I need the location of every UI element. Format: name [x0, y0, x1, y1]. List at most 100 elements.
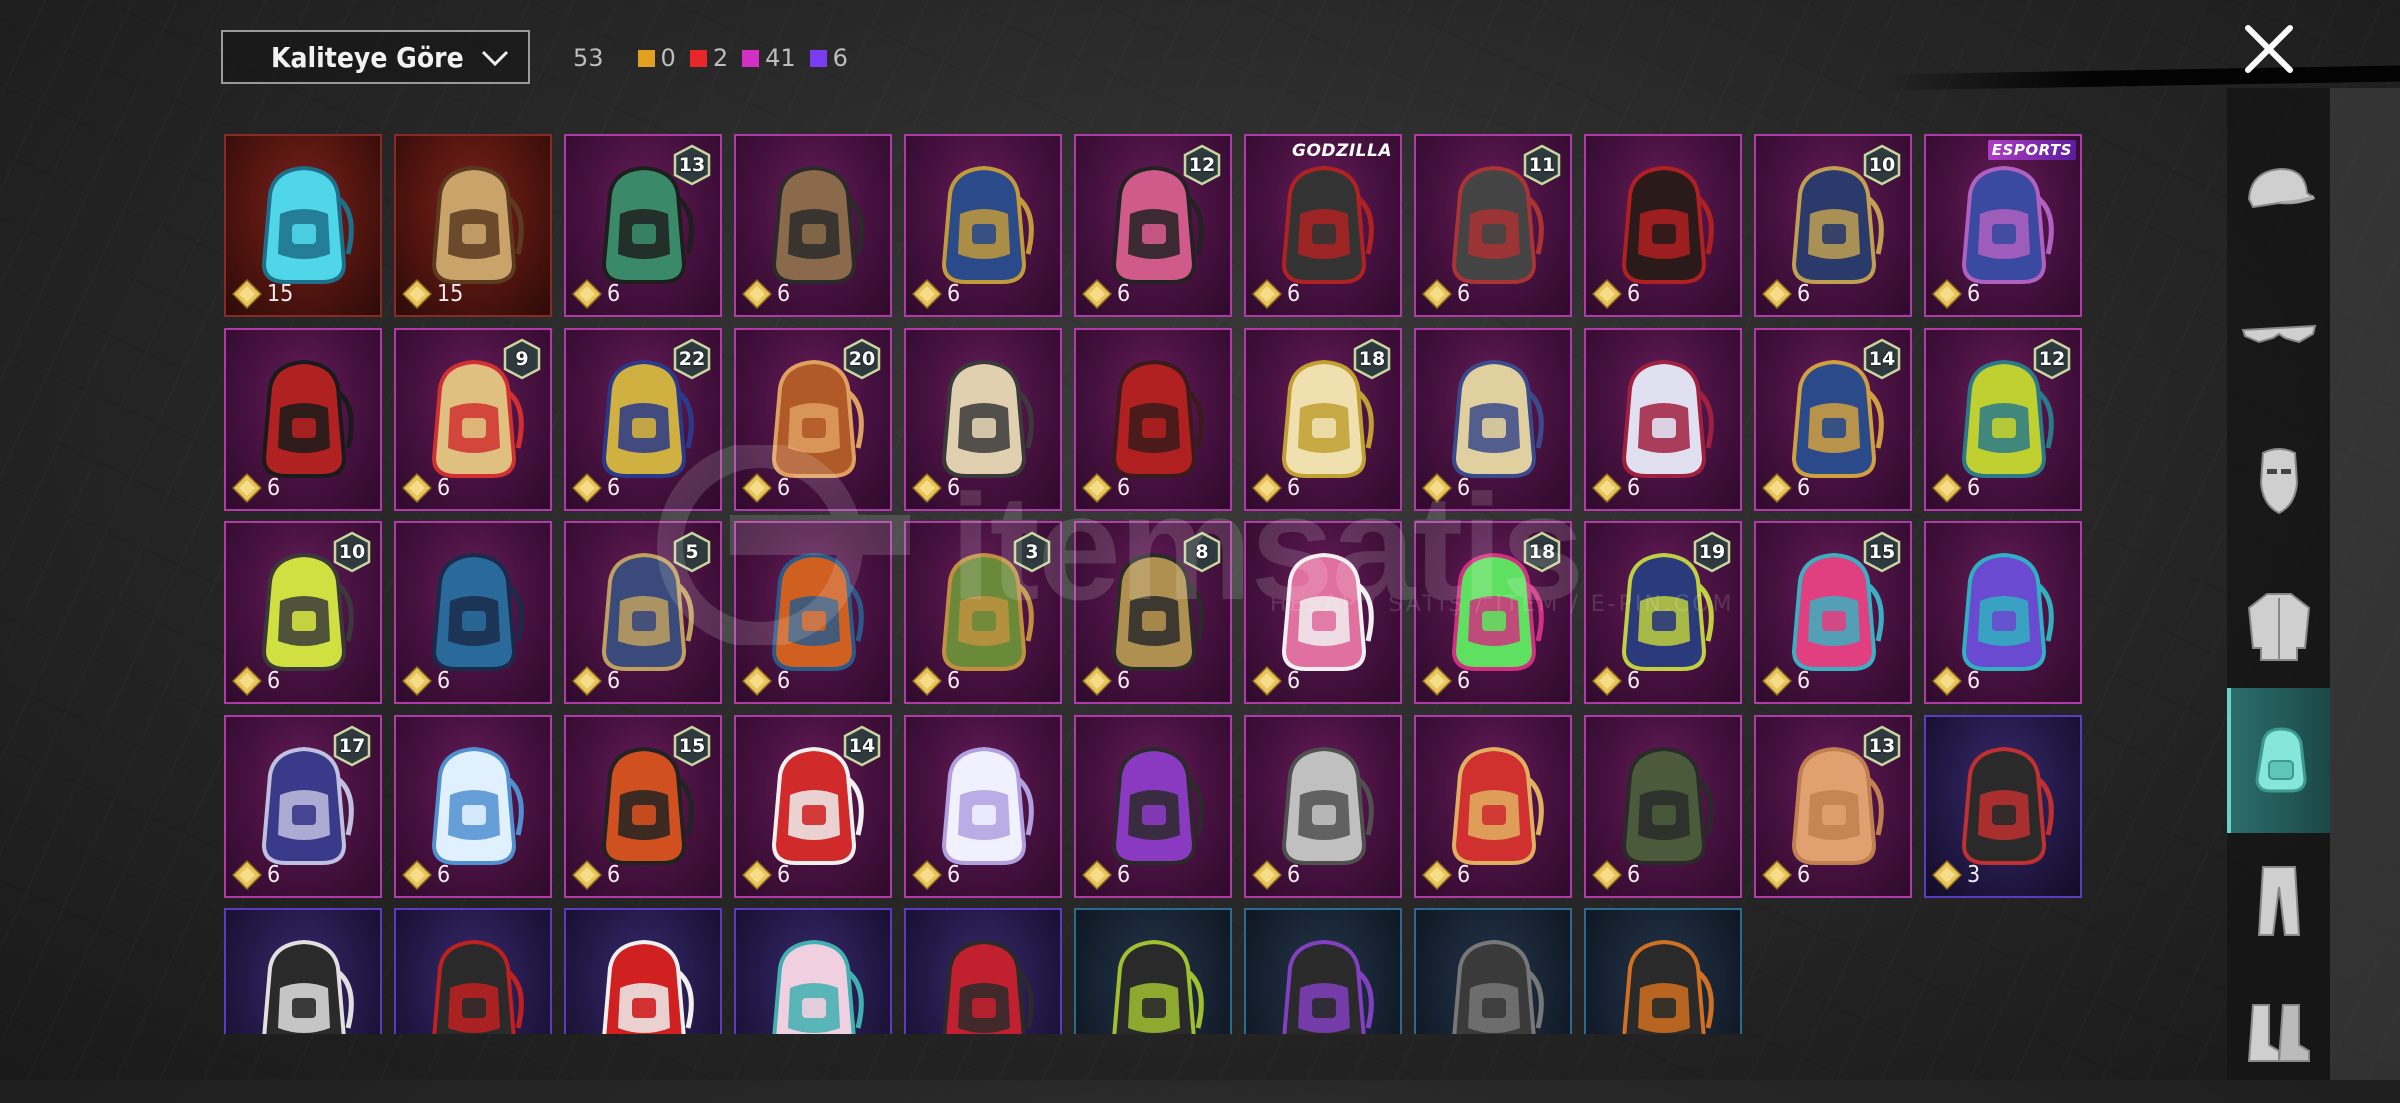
black-x-backpack-icon	[262, 939, 354, 1034]
item-tile[interactable]	[734, 908, 892, 1034]
category-mask[interactable]	[2227, 408, 2330, 553]
item-tile[interactable]: 6	[734, 134, 892, 317]
item-tile[interactable]: 6	[1584, 134, 1742, 317]
level-badge: 17	[332, 725, 372, 767]
item-tile[interactable]: 10 6	[224, 521, 382, 704]
category-jacket[interactable]	[2227, 553, 2330, 698]
item-tile[interactable]: 6	[394, 521, 552, 704]
item-tile[interactable]: 14 6	[1754, 327, 1912, 511]
item-tile[interactable]	[1074, 908, 1232, 1034]
item-price: 6	[1082, 859, 1130, 890]
diamond-currency-icon	[1422, 859, 1452, 890]
item-tile[interactable]	[224, 908, 382, 1034]
category-boots[interactable]	[2227, 958, 2330, 1103]
item-tile[interactable]: 6	[1414, 714, 1572, 898]
item-tile[interactable]: 6	[1244, 521, 1402, 704]
category-glasses[interactable]	[2227, 263, 2330, 408]
price-value: 15	[267, 281, 294, 307]
category-backpack[interactable]	[2227, 688, 2330, 833]
category-pants[interactable]	[2227, 828, 2330, 973]
diamond-currency-icon	[232, 666, 262, 696]
level-badge: 12	[1182, 144, 1222, 186]
level-badge: 3	[1012, 531, 1052, 573]
sort-dropdown[interactable]: Kaliteye Göre	[221, 30, 530, 84]
item-tile[interactable]: 5 6	[564, 521, 722, 704]
item-tile[interactable]: 18 6	[1414, 521, 1572, 704]
item-tile[interactable]: 14 6	[734, 714, 892, 898]
item-tile[interactable]	[1414, 908, 1572, 1034]
category-cap[interactable]	[2227, 118, 2330, 263]
item-tile[interactable]: ESPORTS 6	[1924, 134, 2082, 317]
price-value: 6	[437, 668, 451, 694]
item-tile[interactable]	[1244, 908, 1402, 1034]
pink-cat-backpack-icon	[1281, 552, 1374, 671]
item-tile[interactable]: 6	[904, 327, 1062, 511]
price-value: 6	[1627, 474, 1641, 501]
item-tile[interactable]: 6	[1584, 327, 1742, 511]
item-price: 15	[402, 279, 463, 309]
item-tile[interactable]: 3	[1924, 714, 2082, 898]
close-icon[interactable]	[2238, 18, 2300, 80]
item-price: 3	[1932, 859, 1980, 890]
item-tile[interactable]	[1584, 908, 1742, 1034]
item-tile[interactable]: 19 6	[1584, 521, 1742, 704]
item-tile[interactable]: 6	[1584, 714, 1742, 898]
item-tile[interactable]: 6	[734, 521, 892, 704]
price-value: 6	[1797, 281, 1811, 307]
level-badge: 10	[1862, 144, 1902, 186]
item-tile[interactable]: 6	[224, 327, 382, 511]
item-tile[interactable]: 6	[1244, 714, 1402, 898]
item-tile[interactable]: 15	[224, 134, 382, 317]
item-tile[interactable]: 3 6	[904, 521, 1062, 704]
diamond-currency-icon	[402, 472, 432, 503]
item-tile[interactable]: 11 6	[1414, 134, 1572, 317]
item-tile[interactable]: 13 6	[564, 134, 722, 317]
price-value: 6	[947, 281, 961, 307]
item-tile[interactable]: 10 6	[1754, 134, 1912, 317]
level-value: 22	[678, 347, 706, 370]
item-tile[interactable]: 6	[394, 714, 552, 898]
item-tile[interactable]: 6	[1924, 521, 2082, 704]
price-value: 6	[607, 668, 621, 694]
diamond-currency-icon	[232, 859, 262, 890]
item-tile[interactable]: 20 6	[734, 327, 892, 511]
item-tile[interactable]: GODZILLA 6	[1244, 134, 1402, 317]
item-tile[interactable]: 12 6	[1924, 327, 2082, 511]
level-badge: 15	[672, 725, 712, 767]
diamond-currency-icon	[1082, 859, 1112, 890]
diamond-currency-icon	[1422, 279, 1452, 309]
diamond-currency-icon	[232, 279, 262, 309]
item-tile[interactable]: 6	[904, 714, 1062, 898]
item-tile[interactable]: 9 6	[394, 327, 552, 511]
diamond-currency-icon	[402, 279, 432, 309]
level-value: 8	[1195, 541, 1209, 563]
item-tile[interactable]: 6	[1414, 327, 1572, 511]
item-tile[interactable]: 15	[394, 134, 552, 317]
item-tile[interactable]	[394, 908, 552, 1034]
item-tile[interactable]: 6	[904, 134, 1062, 317]
diamond-currency-icon	[1762, 859, 1792, 890]
item-tile[interactable]: 15 6	[1754, 521, 1912, 704]
item-price: 6	[232, 666, 280, 696]
item-tile[interactable]: 22 6	[564, 327, 722, 511]
item-tile[interactable]: 6	[1074, 714, 1232, 898]
orange-blue-backpack-icon	[771, 552, 864, 671]
item-tile[interactable]	[904, 908, 1062, 1034]
girl-backpack-icon	[772, 939, 864, 1034]
item-tile[interactable]: 6	[1074, 327, 1232, 511]
pants-icon	[2257, 865, 2300, 936]
level-badge: 15	[1862, 531, 1902, 573]
price-value: 6	[267, 861, 281, 888]
gold-white-backpack-icon	[1451, 359, 1544, 478]
dragon-red-backpack-icon	[1111, 359, 1204, 478]
item-tile[interactable]	[564, 908, 722, 1034]
item-tile[interactable]: 15 6	[564, 714, 722, 898]
item-price: 6	[1082, 472, 1130, 503]
diamond-currency-icon	[1082, 666, 1112, 696]
item-tile[interactable]: 13 6	[1754, 714, 1912, 898]
item-tile[interactable]: 17 6	[224, 714, 382, 898]
item-tile[interactable]: 18 6	[1244, 327, 1402, 511]
item-tile[interactable]: 12 6	[1074, 134, 1232, 317]
item-tile[interactable]: 8 6	[1074, 521, 1232, 704]
rare-swatch	[809, 49, 827, 67]
